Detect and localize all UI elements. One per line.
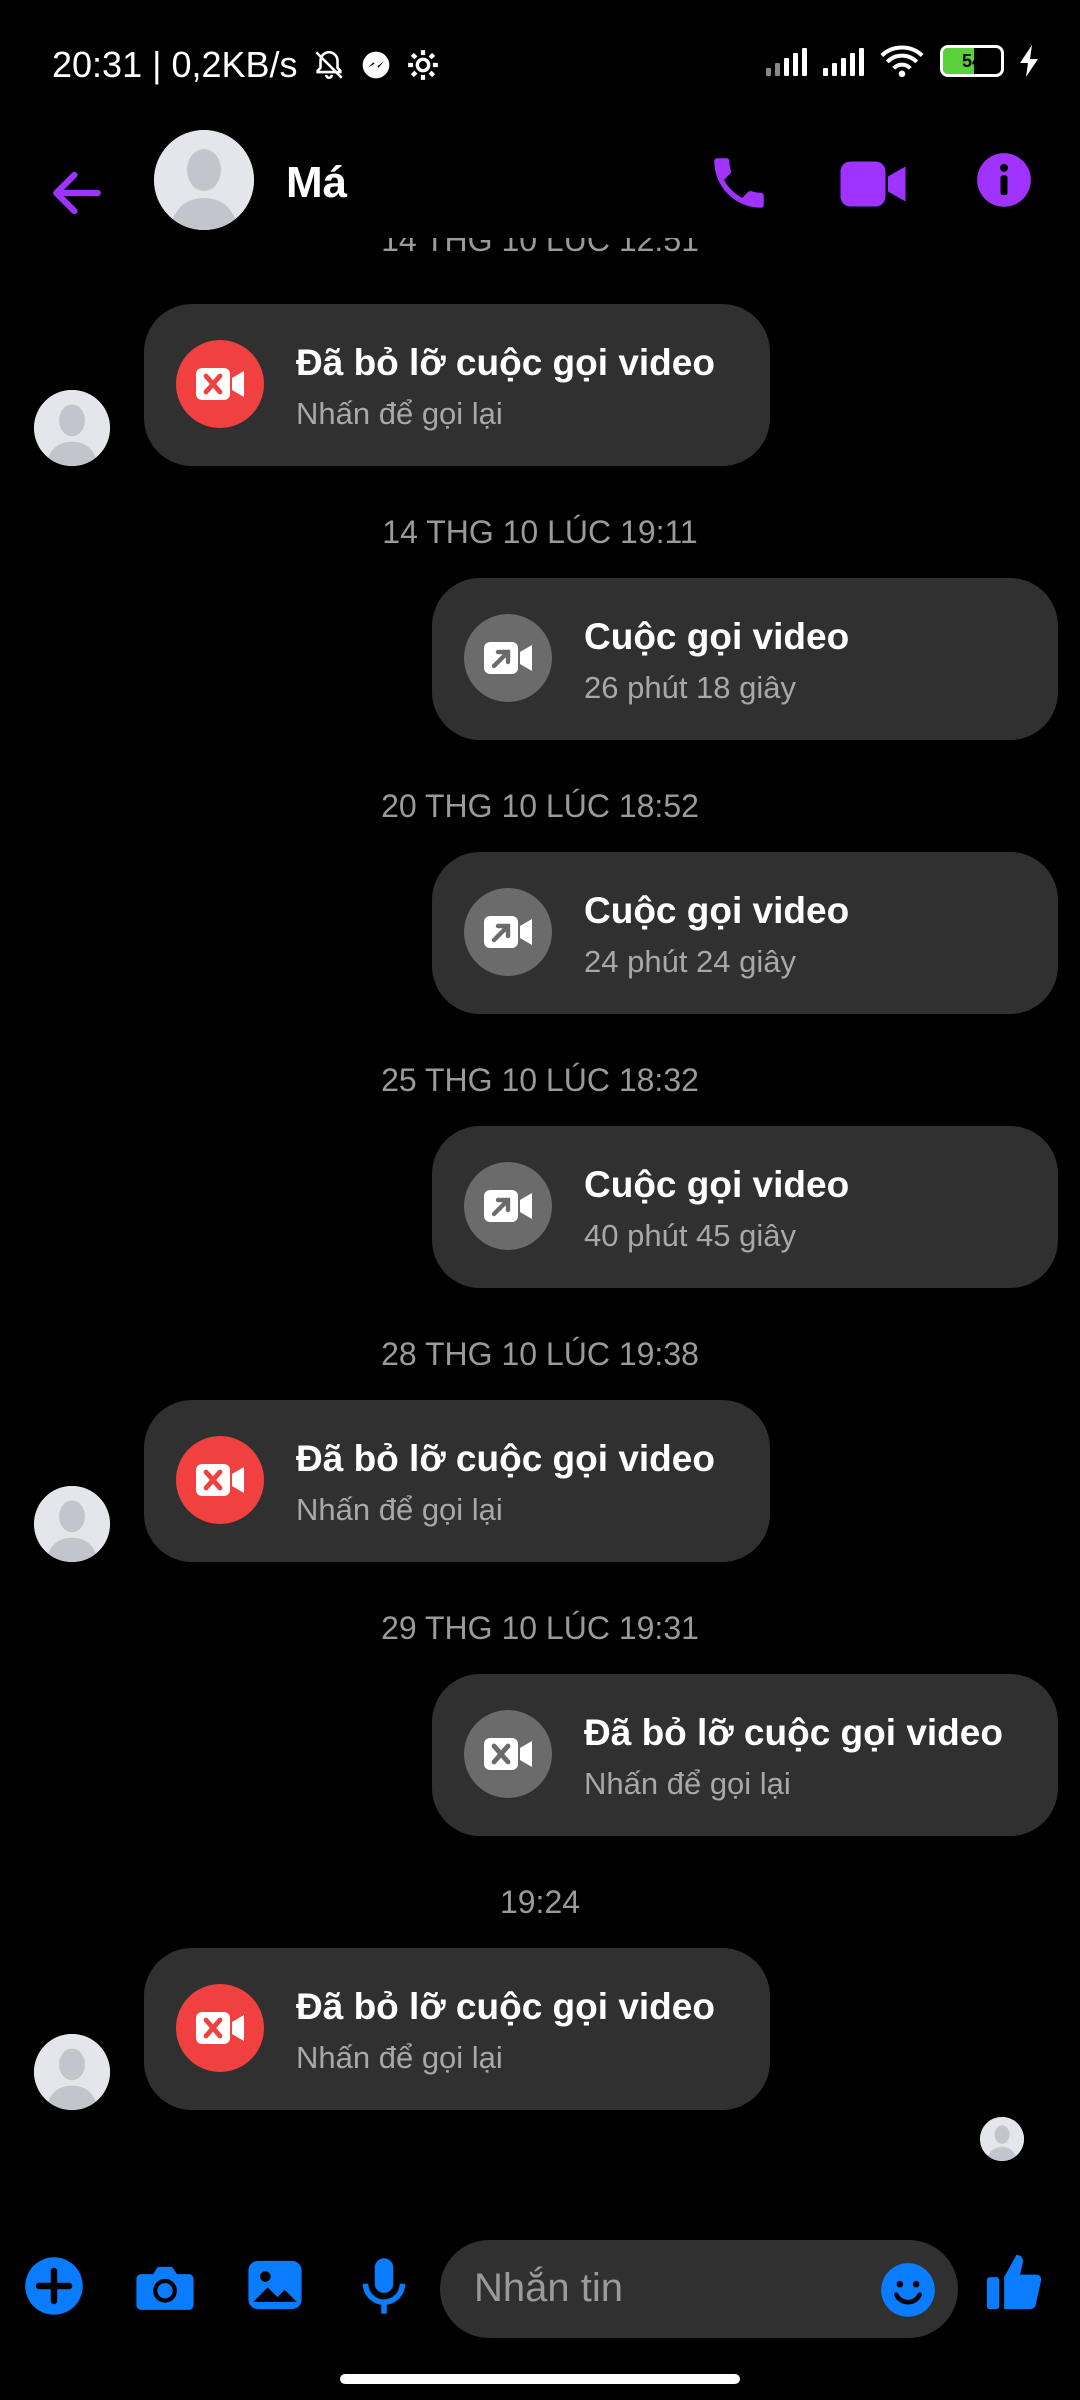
outgoing-video-icon [464,888,552,976]
status-time-speed: 20:31 | 0,2KB/s [52,44,298,85]
settings-gear-icon [407,50,438,80]
thumbs-up-icon[interactable] [984,2250,1044,2314]
timestamp: 14 THG 10 LÚC 19:11 [382,514,698,550]
messenger-icon [362,51,389,79]
missed-call-bubble[interactable]: Đã bỏ lỡ cuộc gọi video Nhấn để gọi lại [144,304,770,466]
timestamp: 19:24 [499,1884,581,1920]
back-arrow-icon[interactable] [46,162,108,224]
charging-bolt-icon [1020,45,1038,77]
timestamp: 25 THG 10 LÚC 18:32 [381,1062,699,1098]
default-avatar-icon [154,130,254,230]
battery-icon: 54 [940,45,1004,77]
outgoing-video-icon [464,614,552,702]
missed-video-icon [176,1436,264,1524]
message-input-placeholder: Nhắn tin [474,2266,623,2310]
call-title: Cuộc gọi video [584,616,850,657]
call-title: Đã bỏ lỡ cuộc gọi video [296,342,715,383]
call-subtitle: Nhấn để gọi lại [296,1492,503,1527]
contact-avatar[interactable] [154,130,254,230]
missed-video-icon [176,1984,264,2072]
info-icon[interactable] [976,152,1032,208]
seen-indicator-avatar [980,2117,1024,2161]
status-bar: 20:31 | 0,2KB/s 54 [0,0,1080,130]
call-subtitle: Nhấn để gọi lại [584,1766,791,1801]
emoji-icon[interactable] [880,2262,936,2318]
contact-name[interactable]: Má [286,158,347,208]
plus-icon[interactable] [24,2256,84,2316]
outgoing-call-bubble[interactable]: Cuộc gọi video 40 phút 45 giây [432,1126,1058,1288]
signal-icon-1 [766,46,807,76]
timestamp: 20 THG 10 LÚC 18:52 [381,788,699,824]
camera-icon[interactable] [134,2256,196,2316]
outgoing-video-icon [464,1162,552,1250]
battery-level: 54 [961,50,983,71]
sender-avatar[interactable] [34,1486,110,1562]
call-subtitle: Nhấn để gọi lại [296,396,503,431]
home-indicator[interactable] [340,2374,740,2384]
muted-bell-icon [314,50,343,79]
signal-icon-2 [823,46,864,76]
status-left: 20:31 | 0,2KB/s [52,44,440,86]
call-subtitle: 40 phút 45 giây [584,1218,797,1253]
message-input[interactable]: Nhắn tin [440,2240,958,2338]
missed-video-icon [176,340,264,428]
sender-avatar[interactable] [34,2034,110,2110]
call-title: Đã bỏ lỡ cuộc gọi video [296,1986,715,2027]
call-title: Cuộc gọi video [584,1164,850,1205]
mic-icon[interactable] [356,2256,412,2316]
wifi-icon [880,45,924,78]
gallery-icon[interactable] [246,2256,304,2314]
outgoing-call-bubble[interactable]: Cuộc gọi video 26 phút 18 giây [432,578,1058,740]
missed-outgoing-call-bubble[interactable]: Đã bỏ lỡ cuộc gọi video Nhấn để gọi lại [432,1674,1058,1836]
call-title: Đã bỏ lỡ cuộc gọi video [584,1712,1003,1753]
call-title: Đã bỏ lỡ cuộc gọi video [296,1438,715,1479]
video-camera-icon[interactable] [838,154,908,214]
missed-call-bubble[interactable]: Đã bỏ lỡ cuộc gọi video Nhấn để gọi lại [144,1400,770,1562]
call-subtitle: 24 phút 24 giây [584,944,797,979]
timestamp: 28 THG 10 LÚC 19:38 [381,1336,699,1372]
missed-video-icon [464,1710,552,1798]
timestamp: 29 THG 10 LÚC 19:31 [381,1610,699,1646]
phone-icon[interactable] [706,150,772,216]
status-right: 54 [766,44,1040,78]
outgoing-call-bubble[interactable]: Cuộc gọi video 24 phút 24 giây [432,852,1058,1014]
call-title: Cuộc gọi video [584,890,850,931]
missed-call-bubble[interactable]: Đã bỏ lỡ cuộc gọi video Nhấn để gọi lại [144,1948,770,2110]
timestamp: 14 THG 10 LÚC 12:51 [381,238,699,258]
call-subtitle: 26 phút 18 giây [584,670,797,705]
sender-avatar[interactable] [34,390,110,466]
call-subtitle: Nhấn để gọi lại [296,2040,503,2075]
